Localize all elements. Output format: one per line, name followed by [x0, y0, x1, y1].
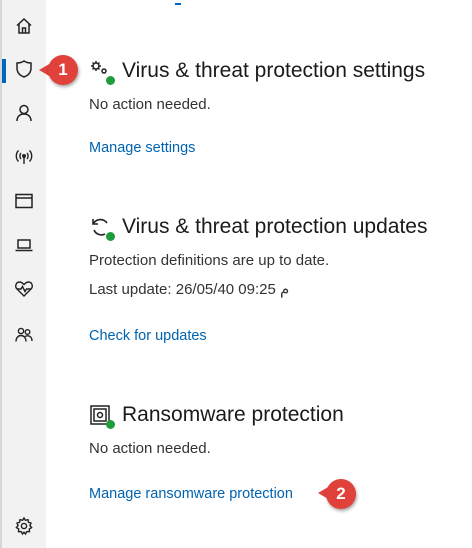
callout-2: 2: [326, 479, 356, 509]
wireless-icon: [14, 147, 34, 172]
family-icon: [14, 325, 34, 350]
updates-title: Virus & threat protection updates: [122, 215, 428, 238]
updates-section: Virus & threat protection updates Protec…: [89, 212, 427, 298]
ransomware-title: Ransomware protection: [122, 403, 344, 426]
sidebar-item-firewall[interactable]: [2, 139, 46, 179]
sidebar-item-home[interactable]: [2, 8, 46, 48]
ransomware-section: Ransomware protection No action needed.: [89, 400, 344, 457]
refresh-check-icon: [89, 215, 115, 241]
sidebar-item-family[interactable]: [2, 317, 46, 357]
ransomware-status: No action needed.: [89, 440, 211, 457]
active-indicator: [2, 59, 6, 83]
ransomware-check-icon: [89, 403, 115, 429]
settings-status: No action needed.: [89, 96, 211, 113]
person-icon: [14, 103, 34, 128]
gear-check-icon: [89, 59, 115, 85]
gear-icon: [14, 516, 34, 541]
manage-ransomware-link[interactable]: Manage ransomware protection: [89, 486, 293, 502]
home-icon: [14, 16, 34, 41]
sidebar-item-settings[interactable]: [2, 508, 46, 548]
settings-section: Virus & threat protection settings No ac…: [89, 56, 425, 113]
settings-title: Virus & threat protection settings: [122, 59, 426, 82]
sidebar-item-device-security[interactable]: [2, 227, 46, 267]
sidebar-item-device-health[interactable]: [2, 271, 46, 311]
manage-settings-link[interactable]: Manage settings: [89, 140, 195, 156]
laptop-icon: [14, 235, 34, 260]
updates-status: Protection definitions are up to date.: [89, 252, 330, 269]
sidebar-item-app-browser[interactable]: [2, 183, 46, 223]
heart-pulse-icon: [14, 279, 34, 304]
callout-1: 1: [48, 55, 78, 85]
last-update-text: Last update: 26/05/40 09:25 م: [89, 281, 290, 298]
check-for-updates-link[interactable]: Check for updates: [89, 328, 207, 344]
scroll-remnant: [175, 0, 181, 5]
sidebar-item-account[interactable]: [2, 95, 46, 135]
browser-window-icon: [14, 191, 34, 216]
sidebar: [2, 0, 46, 548]
shield-icon: [14, 59, 34, 84]
